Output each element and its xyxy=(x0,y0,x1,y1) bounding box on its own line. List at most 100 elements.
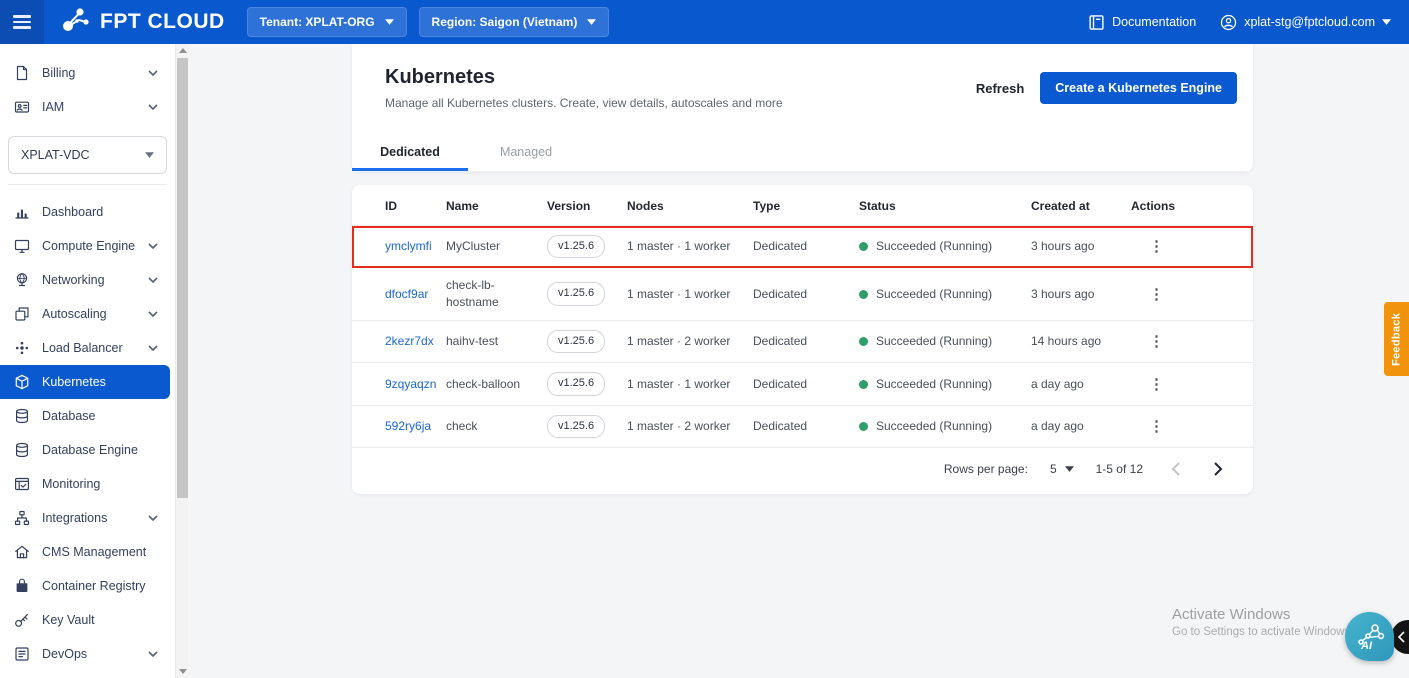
sidebar-item-container-registry[interactable]: Container Registry xyxy=(0,569,170,603)
devops-icon xyxy=(14,646,30,662)
cluster-name: MyCluster xyxy=(440,224,541,268)
cluster-type: Dedicated xyxy=(747,319,853,363)
version-badge: v1.25.6 xyxy=(547,235,606,259)
networking-icon xyxy=(14,272,30,288)
region-selector[interactable]: Region: Saigon (Vietnam) xyxy=(418,7,610,37)
fpt-cloud-logo: FPT CLOUD xyxy=(60,5,225,40)
cluster-id-link[interactable]: 9zqyaqzn xyxy=(385,377,436,391)
rows-per-page-label: Rows per page: xyxy=(943,462,1028,477)
cluster-id-link[interactable]: dfocf9ar xyxy=(385,287,428,301)
table-row: 9zqyaqzn check-balloon v1.25.6 1 master … xyxy=(352,362,1253,406)
tenant-selector[interactable]: Tenant: XPLAT-ORG xyxy=(246,7,407,37)
sidebar-item-integrations[interactable]: Integrations xyxy=(0,501,170,535)
autoscaling-icon xyxy=(14,306,30,322)
sidebar-item-database[interactable]: Database xyxy=(0,399,170,433)
cluster-created-at: 3 hours ago xyxy=(1025,224,1125,268)
cluster-created-at: 14 hours ago xyxy=(1025,319,1125,363)
version-badge: v1.25.6 xyxy=(547,414,606,439)
cluster-nodes: 1 master · 1 worker xyxy=(621,224,747,268)
chevron-down-icon xyxy=(148,276,158,283)
scroll-up-icon[interactable] xyxy=(176,44,189,57)
menu-toggle-button[interactable] xyxy=(0,0,44,44)
version-badge: v1.25.6 xyxy=(547,282,606,306)
row-actions-button[interactable] xyxy=(1143,236,1170,257)
prev-page-button[interactable] xyxy=(1171,462,1180,476)
sidebar-scrollbar[interactable] xyxy=(175,44,188,678)
sidebar-item-kubernetes[interactable]: Kubernetes xyxy=(0,365,170,399)
status-dot-icon xyxy=(859,379,868,389)
chevron-left-icon xyxy=(1397,631,1405,643)
watermark-line2: Go to Settings to activate Windows xyxy=(1172,626,1351,638)
chevron-down-icon xyxy=(148,69,158,76)
sidebar-item-devops[interactable]: DevOps xyxy=(0,637,170,671)
chevron-down-icon xyxy=(587,19,597,25)
status-badge: Succeeded (Running) xyxy=(859,418,1019,435)
book-icon xyxy=(1089,14,1104,30)
sidebar-item-autoscaling[interactable]: Autoscaling xyxy=(0,297,170,331)
documentation-link[interactable]: Documentation xyxy=(1088,14,1196,31)
sidebar-item-billing[interactable]: Billing xyxy=(0,56,170,90)
integrations-icon xyxy=(14,510,30,526)
sidebar: Billing IAM XPLAT-VDC Dashboard Compute … xyxy=(0,44,188,678)
cluster-nodes: 1 master · 1 worker xyxy=(621,362,747,406)
activate-windows-watermark: Activate Windows Go to Settings to activ… xyxy=(1172,606,1350,638)
row-actions-button[interactable] xyxy=(1143,416,1170,437)
clusters-table-card: ID Name Version Nodes Type Status Created at Ac… xyxy=(352,185,1253,495)
tab-dedicated[interactable]: Dedicated xyxy=(352,134,468,171)
status-dot-icon xyxy=(859,337,868,347)
main-content: Kubernetes Manage all Kubernetes cluster… xyxy=(188,44,1409,678)
sidebar-divider xyxy=(8,184,167,185)
scrollbar-thumb[interactable] xyxy=(177,58,188,498)
cluster-nodes: 1 master · 2 worker xyxy=(621,404,747,448)
sidebar-item-iam[interactable]: IAM xyxy=(0,90,170,124)
row-actions-button[interactable] xyxy=(1143,374,1170,395)
cluster-name: haihv-test xyxy=(440,319,541,363)
billing-icon xyxy=(14,65,30,81)
sidebar-item-monitoring[interactable]: Monitoring xyxy=(0,467,170,501)
chevron-down-icon xyxy=(148,514,158,521)
load-balancer-icon xyxy=(14,340,30,356)
create-kubernetes-button[interactable]: Create a Kubernetes Engine xyxy=(1040,72,1237,104)
vdc-selector[interactable]: XPLAT-VDC xyxy=(8,136,167,174)
chevron-down-icon xyxy=(145,152,154,158)
sidebar-item-compute-engine[interactable]: Compute Engine xyxy=(0,229,170,263)
user-menu[interactable]: xplat-stg@fptcloud.com xyxy=(1220,14,1391,31)
cluster-created-at: a day ago xyxy=(1025,404,1125,448)
rows-per-page-select[interactable]: 5 xyxy=(1050,462,1074,476)
status-dot-icon xyxy=(859,421,868,431)
cluster-type: Dedicated xyxy=(747,404,853,448)
table-row: 592ry6ja check v1.25.6 1 master · 2 work… xyxy=(352,404,1253,448)
cluster-type: Dedicated xyxy=(747,362,853,406)
database-engine-icon xyxy=(14,442,30,458)
refresh-button[interactable]: Refresh xyxy=(976,81,1024,96)
chevron-down-icon xyxy=(148,310,158,317)
chevron-down-icon xyxy=(1382,19,1391,25)
sidebar-item-dashboard[interactable]: Dashboard xyxy=(0,195,170,229)
column-header-type: Type xyxy=(753,199,781,213)
column-header-version: Version xyxy=(547,199,591,213)
feedback-tab[interactable]: Feedback xyxy=(1384,302,1409,376)
tab-managed[interactable]: Managed xyxy=(468,134,584,171)
pagination: Rows per page: 5 1-5 of 12 xyxy=(352,447,1253,492)
ai-assistant-button[interactable]: AI xyxy=(1345,612,1394,661)
sidebar-item-cms-management[interactable]: CMS Management xyxy=(0,535,170,569)
chevron-down-icon xyxy=(1064,466,1074,472)
vdc-selector-value: XPLAT-VDC xyxy=(21,148,90,162)
sidebar-item-key-vault[interactable]: Key Vault xyxy=(0,603,170,637)
sidebar-item-load-balancer[interactable]: Load Balancer xyxy=(0,331,170,365)
sidebar-item-database-engine[interactable]: Database Engine xyxy=(0,433,170,467)
sidebar-item-networking[interactable]: Networking xyxy=(0,263,170,297)
row-actions-button[interactable] xyxy=(1143,284,1170,305)
cluster-id-link[interactable]: 592ry6ja xyxy=(385,419,431,433)
logo-text: FPT CLOUD xyxy=(100,10,225,33)
row-actions-button[interactable] xyxy=(1143,331,1170,352)
cluster-id-link[interactable]: ymclymfi xyxy=(385,239,432,253)
iam-icon xyxy=(14,99,30,115)
cluster-id-link[interactable]: 2kezr7dx xyxy=(385,334,434,348)
scroll-down-icon[interactable] xyxy=(176,665,189,678)
status-badge: Succeeded (Running) xyxy=(859,286,1019,303)
table-row: ymclymfi MyCluster v1.25.6 1 master · 1 … xyxy=(352,224,1253,268)
column-header-created-at: Created at xyxy=(1031,199,1090,213)
next-page-button[interactable] xyxy=(1214,462,1223,476)
status-badge: Succeeded (Running) xyxy=(859,333,1019,350)
